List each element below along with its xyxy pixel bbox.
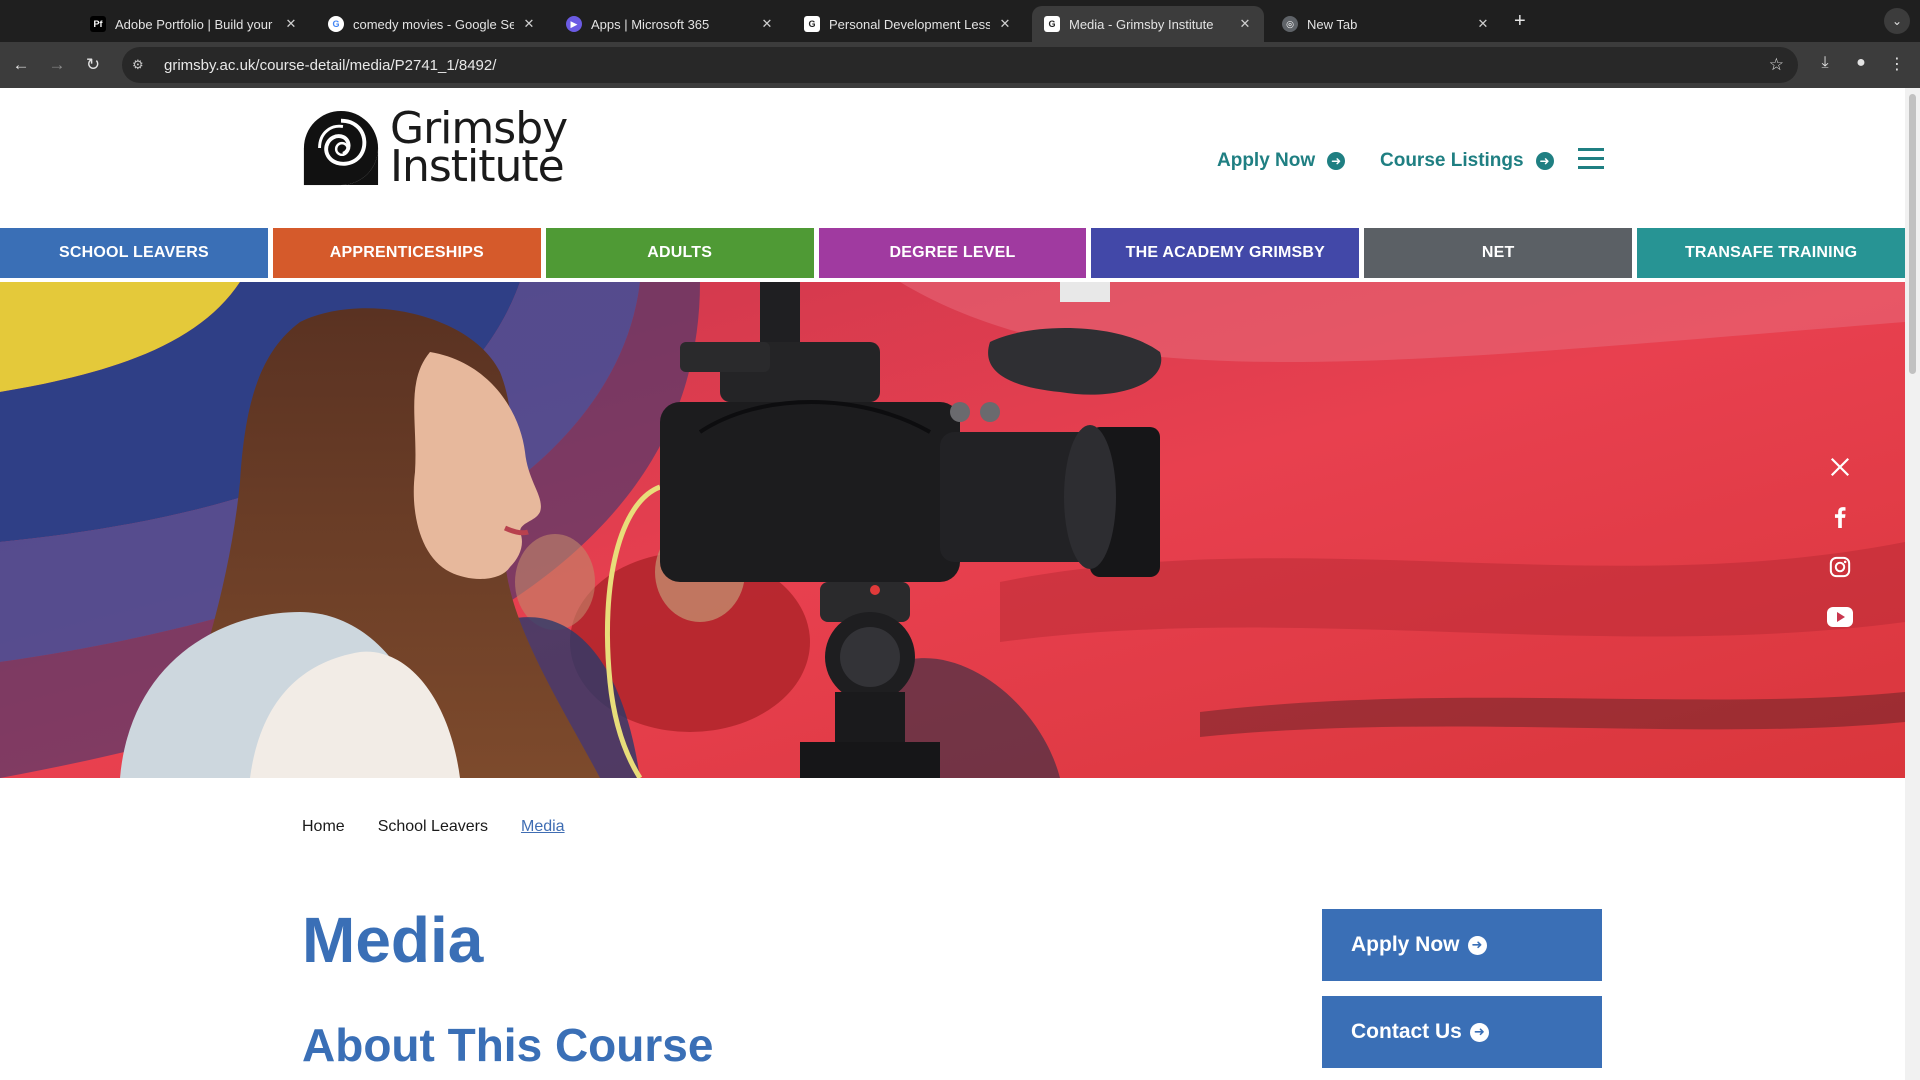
nav-degree-level[interactable]: DEGREE LEVEL (818, 228, 1087, 278)
scrollbar-thumb[interactable] (1909, 94, 1916, 374)
header-apply-now-link[interactable]: Apply Now ➜ (1217, 150, 1346, 172)
profile-avatar-icon[interactable]: ● (1850, 54, 1872, 72)
breadcrumb-current-media[interactable]: Media (521, 818, 565, 836)
address-bar[interactable]: ⚙ grimsby.ac.uk/course-detail/media/P274… (122, 47, 1798, 83)
circle-arrow-right-icon: ➜ (1327, 152, 1346, 170)
browser-tab-personal-development[interactable]: G Personal Development Lesso ✕ (792, 6, 1024, 42)
browser-tab-microsoft-365[interactable]: ▶ Apps | Microsoft 365 ✕ (554, 6, 786, 42)
hero-photo-woman-with-camera (0, 282, 1905, 778)
youtube-icon[interactable] (1827, 604, 1853, 630)
chrome-favicon-icon: ◎ (1282, 16, 1298, 32)
close-tab-icon[interactable]: ✕ (520, 16, 538, 32)
back-arrow-icon[interactable]: ← (10, 54, 32, 76)
browser-tab-adobe-portfolio[interactable]: Pf Adobe Portfolio | Build your o ✕ (78, 6, 310, 42)
forward-arrow-icon[interactable]: → (46, 54, 68, 76)
tab-search-chevron-icon[interactable]: ⌄ (1884, 8, 1910, 34)
main-navigation: SCHOOL LEAVERS APPRENTICESHIPS ADULTS DE… (0, 228, 1905, 278)
grimsby-logo-swirl-icon (303, 110, 379, 186)
close-tab-icon[interactable]: ✕ (282, 16, 300, 32)
google-favicon-icon: G (328, 16, 344, 32)
hamburger-menu-icon[interactable] (1578, 148, 1604, 170)
nav-the-academy-grimsby[interactable]: THE ACADEMY GRIMSBY (1091, 228, 1360, 278)
nav-apprenticeships[interactable]: APPRENTICESHIPS (272, 228, 541, 278)
close-tab-icon[interactable]: ✕ (1236, 16, 1254, 32)
nav-adults[interactable]: ADULTS (545, 228, 814, 278)
download-icon[interactable]: ⤓ (1814, 54, 1836, 72)
adobe-portfolio-favicon-icon: Pf (90, 16, 106, 32)
breadcrumb: Home School Leavers Media (302, 818, 565, 836)
new-tab-plus-icon[interactable]: + (1514, 10, 1526, 33)
header-course-listings-link[interactable]: Course Listings ➜ (1380, 150, 1554, 172)
close-tab-icon[interactable]: ✕ (996, 16, 1014, 32)
browser-tab-new-tab[interactable]: ◎ New Tab ✕ (1270, 6, 1502, 42)
instagram-icon[interactable] (1827, 554, 1853, 580)
bookmark-star-icon[interactable]: ☆ (1769, 55, 1784, 75)
browser-toolbar: ← → ↻ ⚙ grimsby.ac.uk/course-detail/medi… (0, 42, 1920, 88)
nav-school-leavers[interactable]: SCHOOL LEAVERS (0, 228, 268, 278)
close-tab-icon[interactable]: ✕ (1474, 16, 1492, 32)
reload-icon[interactable]: ↻ (82, 54, 104, 76)
browser-tab-media-grimsby[interactable]: G Media - Grimsby Institute ✕ (1032, 6, 1264, 42)
breadcrumb-home[interactable]: Home (302, 818, 345, 836)
section-heading-about-this-course: About This Course (302, 1019, 714, 1071)
facebook-icon[interactable] (1827, 504, 1853, 530)
page-scrollbar[interactable] (1905, 88, 1920, 1080)
breadcrumb-school-leavers[interactable]: School Leavers (378, 818, 488, 836)
circle-arrow-right-icon: ➜ (1467, 935, 1487, 955)
nav-net[interactable]: NET (1364, 228, 1633, 278)
hero-banner-image (0, 282, 1905, 778)
circle-arrow-right-icon: ➜ (1469, 1022, 1489, 1042)
site-settings-icon[interactable]: ⚙ (132, 57, 150, 73)
web-page: Grimsby Institute Apply Now ➜ Course Lis… (0, 88, 1905, 1080)
microsoft-365-favicon-icon: ▶ (566, 16, 582, 32)
sidebar-apply-now-button[interactable]: Apply Now ➜ (1322, 909, 1602, 981)
browser-menu-kebab-icon[interactable]: ⋮ (1886, 54, 1908, 74)
close-tab-icon[interactable]: ✕ (758, 16, 776, 32)
x-twitter-icon[interactable] (1827, 454, 1853, 480)
sidebar-contact-us-button[interactable]: Contact Us ➜ (1322, 996, 1602, 1068)
grimsby-favicon-icon: G (1044, 16, 1060, 32)
browser-tab-google-search[interactable]: G comedy movies - Google Sea ✕ (316, 6, 548, 42)
grimsby-institute-logo[interactable]: Grimsby Institute (302, 103, 568, 192)
logo-wordmark: Grimsby Institute (390, 103, 568, 192)
address-bar-url[interactable]: grimsby.ac.uk/course-detail/media/P2741_… (164, 57, 496, 74)
nav-transafe-training[interactable]: TRANSAFE TRAINING (1637, 228, 1905, 278)
page-title: Media (302, 904, 484, 976)
grimsby-favicon-icon: G (804, 16, 820, 32)
browser-tab-strip: Pf Adobe Portfolio | Build your o ✕ G co… (0, 0, 1920, 42)
circle-arrow-right-icon: ➜ (1535, 152, 1554, 170)
